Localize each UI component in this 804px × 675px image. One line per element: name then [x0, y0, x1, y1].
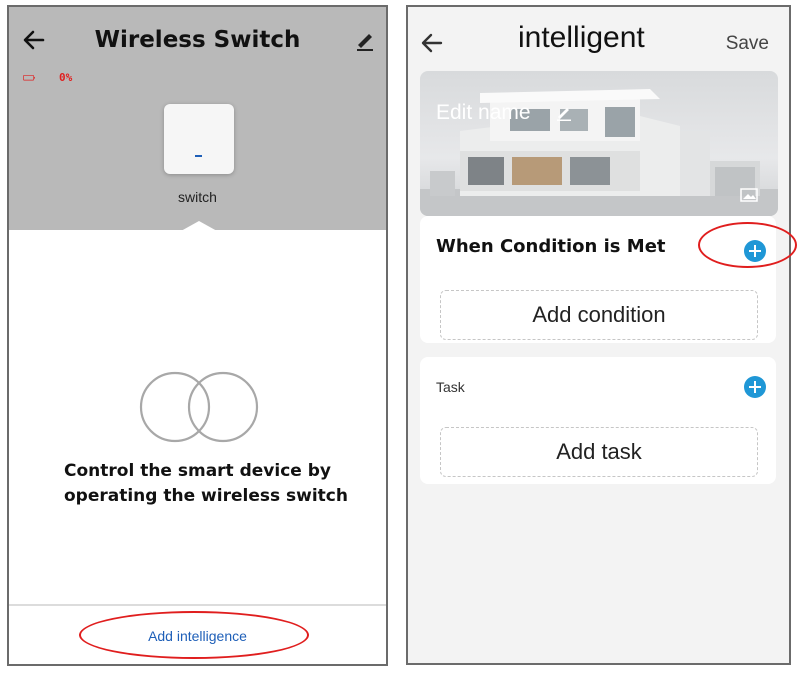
- battery-icon: [23, 75, 35, 81]
- image-icon[interactable]: [740, 188, 758, 202]
- scene-cover-image[interactable]: Edit name: [420, 71, 778, 216]
- task-card: Task Add task: [420, 357, 776, 484]
- task-heading: Task: [436, 379, 465, 395]
- switch-label: switch: [178, 189, 217, 205]
- add-condition-button[interactable]: Add condition: [440, 290, 758, 340]
- highlight-oval-add-intelligence: [79, 611, 309, 659]
- device-header: Wireless Switch 0% switch: [9, 7, 386, 231]
- battery-percentage: 0%: [59, 71, 73, 84]
- edit-name-label[interactable]: Edit name: [436, 101, 531, 125]
- header-notch: [181, 221, 217, 231]
- wireless-switch-screen: Wireless Switch 0% switch Control the sm…: [7, 5, 388, 666]
- description-line-1: Control the smart device by: [64, 461, 331, 481]
- intelligent-screen: intelligent Save Edit name When Conditio…: [406, 5, 791, 665]
- highlight-oval-add-condition: [698, 222, 797, 268]
- linked-circles-icon: [139, 371, 259, 443]
- switch-indicator: [195, 155, 202, 157]
- page-title: Wireless Switch: [94, 27, 301, 53]
- add-task-plus-icon[interactable]: [744, 376, 766, 398]
- house-illustration: [420, 89, 778, 216]
- switch-device-tile[interactable]: [164, 104, 234, 174]
- page-title: intelligent: [518, 21, 645, 54]
- condition-heading: When Condition is Met: [436, 236, 666, 257]
- pencil-icon[interactable]: [555, 103, 573, 121]
- description-line-2: operating the wireless switch: [64, 486, 348, 506]
- edit-pencil-icon[interactable]: [354, 29, 376, 51]
- back-arrow-icon[interactable]: [418, 29, 446, 57]
- add-task-button[interactable]: Add task: [440, 427, 758, 477]
- description-text: Control the smart device by operating th…: [64, 459, 364, 509]
- save-button[interactable]: Save: [726, 33, 769, 55]
